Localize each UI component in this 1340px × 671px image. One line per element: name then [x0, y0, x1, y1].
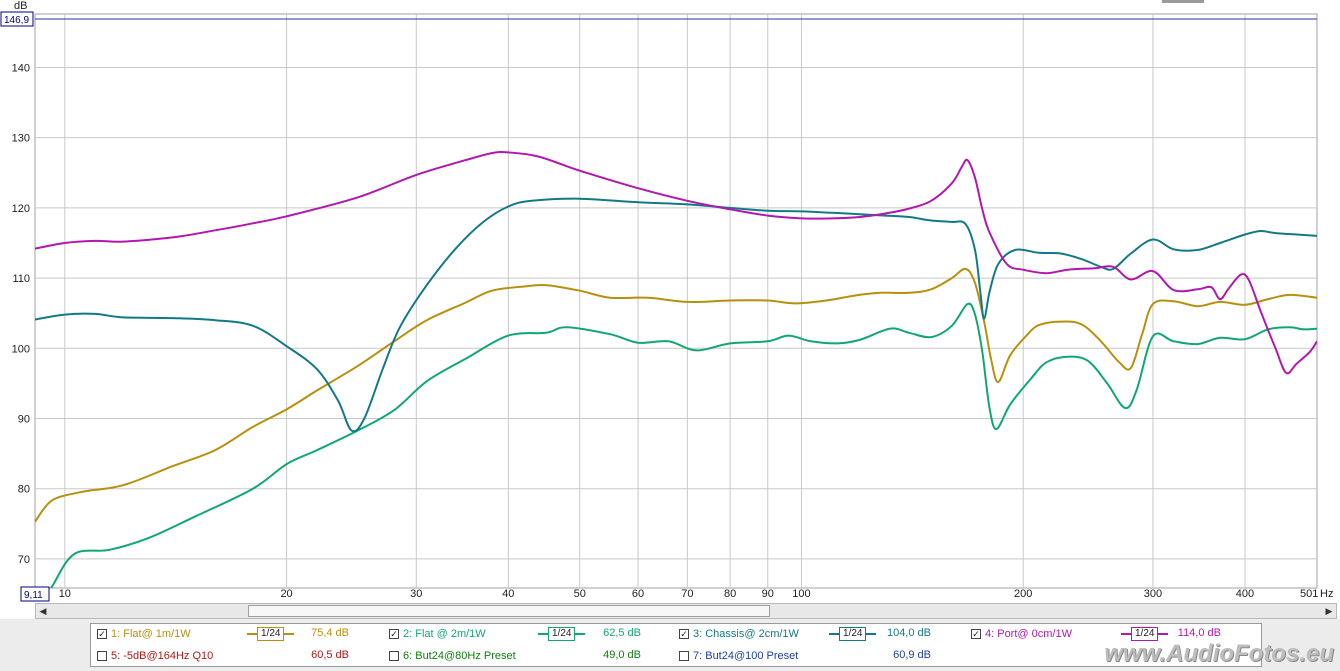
smoothing-label-4: 1/24: [1131, 627, 1159, 641]
checkbox-7[interactable]: [679, 651, 689, 661]
legend-value-7: 60,9 dB: [893, 649, 931, 661]
legend-label-7: 7: But24@100 Preset: [693, 650, 799, 662]
legend-item-1[interactable]: ✓ 1: Flat@ 1m/1W: [97, 625, 191, 643]
legend-value-4: 114,0 dB: [1177, 627, 1221, 639]
y-tick-label: 120: [12, 203, 30, 215]
x-tick-label: 100: [792, 588, 810, 600]
y-tick-label: 130: [12, 133, 30, 145]
watermark: www.AudioFotos.eu: [1104, 640, 1334, 667]
y-tick-labels: 70 80 90 100 110 120 130 140: [12, 62, 30, 565]
scroll-thumb[interactable]: [248, 605, 770, 617]
frequency-response-chart: 70 80 90 100 110 120 130 140 10 20 30 40 50 60 70 80 90…: [0, 0, 1333, 602]
x-min-box[interactable]: 9,11: [20, 586, 50, 602]
smoothing-2[interactable]: 1/24: [538, 627, 586, 641]
x-tick-label: 80: [724, 588, 736, 600]
legend-item-3[interactable]: ✓ 3: Chassis@ 2cm/1W: [679, 625, 799, 643]
y-tick-label: 70: [18, 554, 30, 566]
smoothing-1[interactable]: 1/24: [247, 627, 295, 641]
x-tick-label: 300: [1144, 588, 1162, 600]
x-unit-label: Hz: [1320, 588, 1333, 600]
x-tick-label: 400: [1236, 588, 1254, 600]
legend-item-4[interactable]: ✓ 4: Port@ 0cm/1W: [971, 625, 1072, 643]
legend-value-6: 49,0 dB: [603, 649, 641, 661]
x-tick-label: 90: [762, 588, 774, 600]
legend-panel: ✓ 1: Flat@ 1m/1W 1/24 75,4 dB ✓ 2: Flat …: [90, 623, 1262, 667]
checkbox-3[interactable]: ✓: [679, 629, 689, 639]
y-tick-label: 110: [12, 273, 30, 285]
checkbox-1[interactable]: ✓: [97, 629, 107, 639]
legend-label-1: 1: Flat@ 1m/1W: [111, 628, 191, 640]
legend-value-1: 75,4 dB: [311, 627, 349, 639]
legend-value-2: 62,5 dB: [603, 627, 641, 639]
window-control-stub: [1162, 0, 1204, 3]
x-tick-label: 200: [1014, 588, 1032, 600]
x-tick-label: 60: [632, 588, 644, 600]
y-tick-label: 90: [18, 413, 30, 425]
x-tick-label: 40: [502, 588, 514, 600]
legend-item-5[interactable]: 5: -5dB@164Hz Q10: [97, 647, 213, 665]
scroll-right-arrow-icon[interactable]: ▶: [1322, 604, 1336, 618]
scroll-left-arrow-icon[interactable]: ◀: [36, 604, 50, 618]
smoothing-3[interactable]: 1/24: [829, 627, 877, 641]
y-tick-label: 80: [18, 484, 30, 496]
legend-label-6: 6: But24@80Hz Preset: [403, 650, 516, 662]
x-tick-labels: 10 20 30 40 50 60 70 80 90 100 200 300 400: [59, 588, 1254, 600]
legend-label-3: 3: Chassis@ 2cm/1W: [693, 628, 799, 640]
x-min-label: 9,11: [24, 590, 43, 601]
smoothing-label-2: 1/24: [548, 627, 576, 641]
y-max-label: 146,9: [4, 15, 29, 26]
legend-value-5: 60,5 dB: [311, 649, 349, 661]
checkbox-4[interactable]: ✓: [971, 629, 981, 639]
smoothing-label-3: 1/24: [839, 627, 867, 641]
x-tick-label: 70: [681, 588, 693, 600]
checkbox-5[interactable]: [97, 651, 107, 661]
checkbox-2[interactable]: ✓: [389, 629, 399, 639]
legend-label-2: 2: Flat @ 2m/1W: [403, 628, 486, 640]
smoothing-label-1: 1/24: [257, 627, 285, 641]
legend-label-5: 5: -5dB@164Hz Q10: [111, 650, 214, 662]
x-tick-label: 10: [59, 588, 71, 600]
legend-item-6[interactable]: 6: But24@80Hz Preset: [389, 647, 516, 665]
y-max-box[interactable]: 146,9: [0, 11, 34, 27]
y-tick-label: 140: [12, 62, 30, 74]
legend-item-2[interactable]: ✓ 2: Flat @ 2m/1W: [389, 625, 486, 643]
horizontal-scrollbar[interactable]: ◀ ▶: [35, 603, 1337, 619]
legend-item-7[interactable]: 7: But24@100 Preset: [679, 647, 798, 665]
y-unit-label: dB: [14, 0, 27, 12]
legend-value-3: 104,0 dB: [886, 627, 931, 639]
x-tick-label: 20: [280, 588, 292, 600]
y-tick-label: 100: [12, 343, 30, 355]
x-tick-label: 30: [410, 588, 422, 600]
legend-label-4: 4: Port@ 0cm/1W: [985, 628, 1072, 640]
x-max-label: 501: [1300, 588, 1318, 600]
x-tick-label: 50: [574, 588, 586, 600]
checkbox-6[interactable]: [389, 651, 399, 661]
